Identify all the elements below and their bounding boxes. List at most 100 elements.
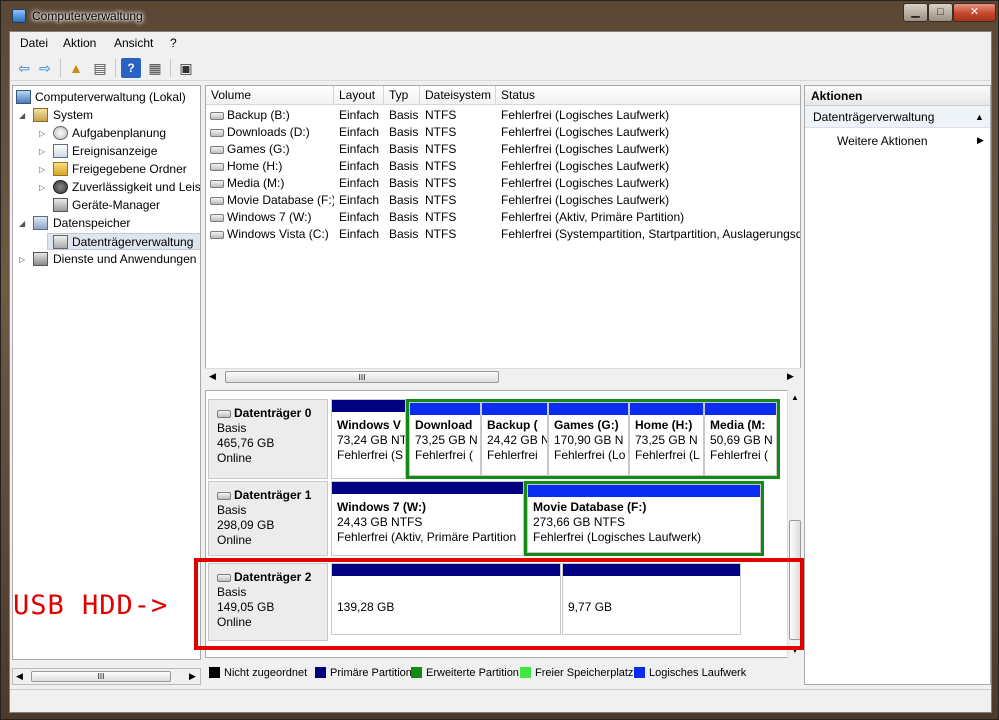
scroll-left-icon[interactable]: ◀ xyxy=(209,371,216,382)
cell-text: Basis xyxy=(389,125,419,139)
storage-icon xyxy=(33,216,48,230)
back-arrow-icon[interactable]: ⇦ xyxy=(14,58,34,78)
volume-cell-typ: Basis xyxy=(389,141,420,158)
cell-text: Windows 7 (W:) xyxy=(227,210,312,224)
volume-row[interactable]: Media (M:) Einfach Basis NTFS Fehlerfrei (Lo… xyxy=(206,175,800,192)
partition[interactable]: Backup (24,42 GB N Fehlerfrei xyxy=(481,402,548,476)
volume-row[interactable]: Windows Vista (C:) Einfach Basis NTFS Fehler… xyxy=(206,226,800,243)
cell-text: Fehlerfrei (Logisches Laufwerk) xyxy=(501,159,670,173)
partition-title: Windows V xyxy=(337,418,401,432)
volume-row[interactable]: Backup (B:) Einfach Basis NTFS Fehlerfrei (L… xyxy=(206,107,800,124)
action-weitere-aktionen[interactable]: Weitere Aktionen ▶ xyxy=(805,132,990,152)
partition[interactable]: Games (G:) 170,90 GB N Fehlerfrei (Lo xyxy=(548,402,629,476)
collapse-arrow-icon[interactable]: ▲ xyxy=(975,106,984,128)
legend-swatch xyxy=(315,667,326,678)
collapse-arrow-icon[interactable]: ▷ xyxy=(39,183,48,192)
show-action-pane-icon[interactable]: ▦ xyxy=(145,58,165,78)
show-hide-tree-icon[interactable]: ▤ xyxy=(90,58,110,78)
expand-arrow-icon[interactable]: ◢ xyxy=(19,111,28,120)
legend-item: Erweiterte Partition xyxy=(411,667,519,679)
actions-section-datentraeger[interactable]: Datenträgerverwaltung ▲ xyxy=(805,106,990,128)
scroll-thumb[interactable]: III xyxy=(31,671,171,682)
collapse-arrow-icon[interactable]: ▷ xyxy=(19,255,28,264)
volume-cell-fs: NTFS xyxy=(425,141,495,158)
volume-horizontal-scrollbar[interactable]: ◀ III ▶ xyxy=(205,368,801,385)
menu-aktion[interactable]: Aktion xyxy=(63,36,96,50)
partition-size: 24,43 GB NTFS xyxy=(337,515,423,529)
volume-cell-fs: NTFS xyxy=(425,226,495,243)
disk-info[interactable]: Datenträger 0 Basis 465,76 GB Online xyxy=(208,399,328,479)
maximize-button[interactable]: □ xyxy=(928,3,953,22)
expand-arrow-icon[interactable]: ◢ xyxy=(19,219,28,228)
drive-icon xyxy=(210,230,224,239)
volume-row[interactable]: Games (G:) Einfach Basis NTFS Fehlerfrei (Lo… xyxy=(206,141,800,158)
collapse-arrow-icon[interactable]: ▷ xyxy=(39,147,48,156)
partition-size: 73,25 GB N xyxy=(415,433,478,447)
volume-row[interactable]: Movie Database (F:) Einfach Basis NTFS Fehle… xyxy=(206,192,800,209)
actions-header: Aktionen xyxy=(805,86,990,106)
help-icon[interactable]: ? xyxy=(121,58,141,78)
volume-cell-name: Movie Database (F:) xyxy=(210,192,334,209)
partition[interactable]: Movie Database (F:) 273,66 GB NTFS Fehlerf… xyxy=(527,484,761,553)
menu-datei[interactable]: Datei xyxy=(20,36,48,50)
scroll-thumb[interactable]: III xyxy=(225,371,499,383)
partition[interactable]: Home (H:) 73,25 GB N Fehlerfrei (L xyxy=(629,402,704,476)
cell-text: NTFS xyxy=(425,210,457,224)
collapse-arrow-icon[interactable]: ▷ xyxy=(39,129,48,138)
scroll-right-icon[interactable]: ▶ xyxy=(787,371,794,382)
volume-cell-name: Home (H:) xyxy=(210,158,334,175)
volume-cell-typ: Basis xyxy=(389,226,420,243)
partition-title: Movie Database (F:) xyxy=(533,500,647,514)
column-header-volume[interactable]: Volume xyxy=(206,86,334,105)
up-folder-icon[interactable]: ▲ xyxy=(66,58,86,78)
scroll-left-icon[interactable]: ◀ xyxy=(16,671,23,682)
menu-help[interactable]: ? xyxy=(170,36,177,50)
disk-state: Online xyxy=(217,451,252,465)
volume-cell-typ: Basis xyxy=(389,175,420,192)
drive-icon xyxy=(210,213,224,222)
toolbar-separator xyxy=(170,59,171,77)
tree-label: Datenspeicher xyxy=(53,216,131,230)
volume-cell-name: Games (G:) xyxy=(210,141,334,158)
toolbar: ⇦ ⇨ ▲ ▤ ? ▦ ▣ xyxy=(10,54,991,81)
close-button[interactable]: ✕ xyxy=(953,3,996,22)
partition-status: Fehlerfrei xyxy=(487,448,538,462)
tree-label: Aufgabenplanung xyxy=(72,126,167,140)
column-header-layout[interactable]: Layout xyxy=(334,86,384,105)
disk-type: Basis xyxy=(217,503,247,517)
menu-ansicht[interactable]: Ansicht xyxy=(114,36,153,50)
collapse-arrow-icon[interactable]: ▷ xyxy=(39,165,48,174)
drive-icon xyxy=(210,196,224,205)
partition[interactable]: Windows 7 (W:) 24,43 GB NTFS Fehlerfrei (A… xyxy=(331,481,524,556)
toolbar-separator xyxy=(60,59,61,77)
volume-row[interactable]: Windows 7 (W:) Einfach Basis NTFS Fehlerfrei… xyxy=(206,209,800,226)
disk-info[interactable]: Datenträger 1 Basis 298,09 GB Online xyxy=(208,481,328,556)
volume-row[interactable]: Home (H:) Einfach Basis NTFS Fehlerfrei (Log… xyxy=(206,158,800,175)
column-header-status[interactable]: Status xyxy=(496,86,800,105)
minimize-button[interactable]: ▁ xyxy=(903,3,928,22)
cell-text: Fehlerfrei (Logisches Laufwerk) xyxy=(501,142,670,156)
cell-text: Backup (B:) xyxy=(227,108,290,122)
logical-drive-bar xyxy=(410,403,480,415)
title-bar[interactable]: Computerverwaltung ▁ □ ✕ xyxy=(1,1,999,31)
volume-row[interactable]: Downloads (D:) Einfach Basis NTFS Fehlerfrei… xyxy=(206,124,800,141)
cell-text: Fehlerfrei (Aktiv, Primäre Partition) xyxy=(501,210,685,224)
volume-cell-status: Fehlerfrei (Logisches Laufwerk) xyxy=(501,107,800,124)
tree-item-datentraeger[interactable]: Datenträgerverwaltung xyxy=(47,233,200,250)
scroll-up-icon[interactable]: ▲ xyxy=(791,393,799,402)
disk-type: Basis xyxy=(217,421,247,435)
properties-icon[interactable]: ▣ xyxy=(176,58,196,78)
column-header-dateisystem[interactable]: Dateisystem xyxy=(420,86,496,105)
legend-item: Nicht zugeordnet xyxy=(209,667,307,679)
partition[interactable]: Windows V73,24 GB NTFSFehlerfrei (S xyxy=(331,399,406,479)
partition-status: Fehlerfrei (L xyxy=(635,448,700,462)
tree-horizontal-scrollbar[interactable]: ◀ III ▶ xyxy=(12,668,201,685)
scroll-right-icon[interactable]: ▶ xyxy=(189,671,196,682)
partition[interactable]: Media (M: 50,69 GB N Fehlerfrei ( xyxy=(704,402,777,476)
legend-label: Freier Speicherplatz xyxy=(535,667,634,679)
partition[interactable]: Download 73,25 GB N Fehlerfrei ( xyxy=(409,402,481,476)
forward-arrow-icon[interactable]: ⇨ xyxy=(35,58,55,78)
column-header-typ[interactable]: Typ xyxy=(384,86,420,105)
partition-status: Fehlerfrei ( xyxy=(710,448,769,462)
partition-status: Fehlerfrei (Logisches Laufwerk) xyxy=(533,530,702,544)
